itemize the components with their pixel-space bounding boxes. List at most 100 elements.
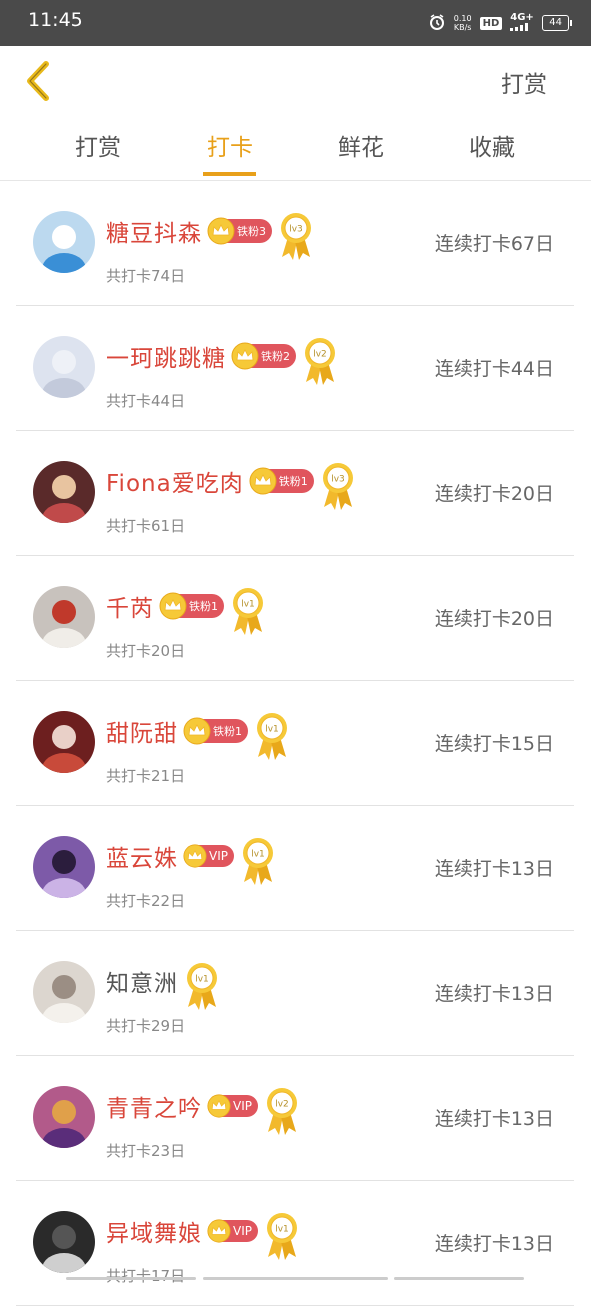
name-line: 甜阮甜 铁粉1 lv1 [106, 711, 290, 760]
total-checkins: 共打卡17日 [106, 1267, 186, 1285]
total-checkins: 共打卡61日 [106, 517, 186, 535]
fan-badge: VIP [207, 1094, 258, 1118]
fan-badge-label: VIP [233, 1099, 252, 1113]
level-medal-icon: lv3 [320, 461, 356, 511]
list-item[interactable]: Fiona爱吃肉 铁粉1 lv3 共打卡61日 连续打卡20日 [16, 431, 574, 556]
level-medal-icon: lv1 [230, 586, 266, 636]
avatar[interactable] [33, 1086, 95, 1148]
avatar[interactable] [33, 711, 95, 773]
list-item[interactable]: 一珂跳跳糖 铁粉2 lv2 共打卡44日 连续打卡44日 [16, 306, 574, 431]
crown-icon [159, 592, 187, 620]
username[interactable]: Fiona爱吃肉 [106, 464, 244, 498]
fan-badge-label: VIP [233, 1224, 252, 1238]
level-medal-icon: lv1 [184, 961, 220, 1011]
total-checkins: 共打卡44日 [106, 392, 186, 410]
crown-icon [207, 1094, 231, 1118]
svg-text:lv2: lv2 [313, 350, 327, 360]
svg-text:lv1: lv1 [241, 600, 255, 610]
svg-text:lv1: lv1 [265, 725, 279, 735]
name-line: 糖豆抖森 铁粉3 lv3 [106, 211, 314, 260]
battery-level: 44 [549, 17, 562, 28]
tab-checkin[interactable]: 打卡 [190, 128, 270, 162]
level-medal-icon: lv1 [240, 836, 276, 886]
avatar[interactable] [33, 211, 95, 273]
username[interactable]: 甜阮甜 [106, 714, 178, 748]
list-item[interactable]: 糖豆抖森 铁粉3 lv3 共打卡74日 连续打卡67日 [16, 181, 574, 306]
fan-badge: 铁粉1 [249, 467, 314, 495]
name-line: 千芮 铁粉1 lv1 [106, 586, 266, 635]
fan-badge: VIP [207, 1219, 258, 1243]
level-medal-icon: lv2 [264, 1086, 300, 1136]
crown-icon [183, 717, 211, 745]
streak-checkins: 连续打卡15日 [434, 733, 554, 755]
streak-checkins: 连续打卡13日 [434, 983, 554, 1005]
fan-badge: 铁粉3 [207, 217, 272, 245]
svg-text:lv1: lv1 [275, 1225, 289, 1235]
total-checkins: 共打卡29日 [106, 1017, 186, 1035]
username[interactable]: 蓝云姝 [106, 839, 178, 873]
username[interactable]: 异域舞娘 [106, 1214, 202, 1248]
back-button[interactable] [24, 60, 52, 102]
total-checkins: 共打卡22日 [106, 892, 186, 910]
fan-badge-label: 铁粉3 [237, 225, 266, 238]
fan-badge-label: 铁粉1 [189, 600, 218, 613]
avatar[interactable] [33, 1211, 95, 1273]
fan-badge: 铁粉1 [159, 592, 224, 620]
header-title[interactable]: 打赏 [501, 65, 547, 99]
avatar[interactable] [33, 336, 95, 398]
svg-text:lv1: lv1 [195, 975, 209, 985]
tab-favorites[interactable]: 收藏 [452, 128, 532, 162]
net-speed: 0.10 KB/s [454, 14, 472, 32]
total-checkins: 共打卡74日 [106, 267, 186, 285]
streak-checkins: 连续打卡13日 [434, 858, 554, 880]
list-item[interactable]: 蓝云姝 VIP lv1 共打卡22日 连续打卡13日 [16, 806, 574, 931]
header: 打赏 [0, 46, 591, 118]
username[interactable]: 糖豆抖森 [106, 214, 202, 248]
crown-icon [249, 467, 277, 495]
fan-badge: 铁粉2 [231, 342, 296, 370]
chevron-left-icon [27, 61, 49, 101]
fan-badge: 铁粉1 [183, 717, 248, 745]
crown-icon [207, 1219, 231, 1243]
fan-badge-label: 铁粉1 [278, 475, 308, 488]
name-line: Fiona爱吃肉 铁粉1 lv3 [106, 461, 356, 510]
tab-bar: 打赏 打卡 鲜花 收藏 [0, 118, 591, 180]
name-line: 一珂跳跳糖 铁粉2 lv2 [106, 336, 338, 385]
status-bar: 11:45 0.10 KB/s HD 4G+ 44 [0, 0, 591, 46]
alarm-icon [428, 13, 446, 34]
username[interactable]: 千芮 [106, 589, 154, 623]
streak-checkins: 连续打卡44日 [434, 358, 554, 380]
level-medal-icon: lv1 [264, 1211, 300, 1261]
list-item[interactable]: 甜阮甜 铁粉1 lv1 共打卡21日 连续打卡15日 [16, 681, 574, 806]
avatar[interactable] [33, 586, 95, 648]
streak-checkins: 连续打卡20日 [434, 608, 554, 630]
list-item[interactable]: 异域舞娘 VIP lv1 共打卡17日 连续打卡13日 [16, 1181, 574, 1306]
avatar[interactable] [33, 461, 95, 523]
total-checkins: 共打卡20日 [106, 642, 186, 660]
streak-checkins: 连续打卡20日 [434, 483, 554, 505]
fan-badge-label: VIP [209, 849, 228, 863]
svg-text:lv3: lv3 [331, 475, 345, 485]
crown-icon [183, 844, 207, 868]
net-speed-value: 0.10 [453, 14, 472, 23]
total-checkins: 共打卡23日 [106, 1142, 186, 1160]
name-line: 异域舞娘 VIP lv1 [106, 1211, 300, 1260]
avatar[interactable] [33, 961, 95, 1023]
tab-indicator [203, 172, 256, 176]
tab-flowers[interactable]: 鲜花 [321, 128, 401, 162]
level-medal-icon: lv3 [278, 211, 314, 261]
name-line: 知意洲 lv1 [106, 961, 220, 1010]
streak-checkins: 连续打卡13日 [434, 1108, 554, 1130]
hd-icon: HD [479, 16, 503, 30]
signal-icon: 4G+ [510, 12, 534, 34]
username[interactable]: 一珂跳跳糖 [106, 339, 226, 373]
username[interactable]: 青青之吟 [106, 1089, 202, 1123]
name-line: 蓝云姝 VIP lv1 [106, 836, 276, 885]
list-item[interactable]: 千芮 铁粉1 lv1 共打卡20日 连续打卡20日 [16, 556, 574, 681]
avatar[interactable] [33, 836, 95, 898]
tab-reward[interactable]: 打赏 [58, 128, 138, 162]
list-item[interactable]: 青青之吟 VIP lv2 共打卡23日 连续打卡13日 [16, 1056, 574, 1181]
svg-text:lv1: lv1 [251, 850, 265, 860]
username[interactable]: 知意洲 [106, 964, 178, 998]
list-item[interactable]: 知意洲 lv1 共打卡29日 连续打卡13日 [16, 931, 574, 1056]
